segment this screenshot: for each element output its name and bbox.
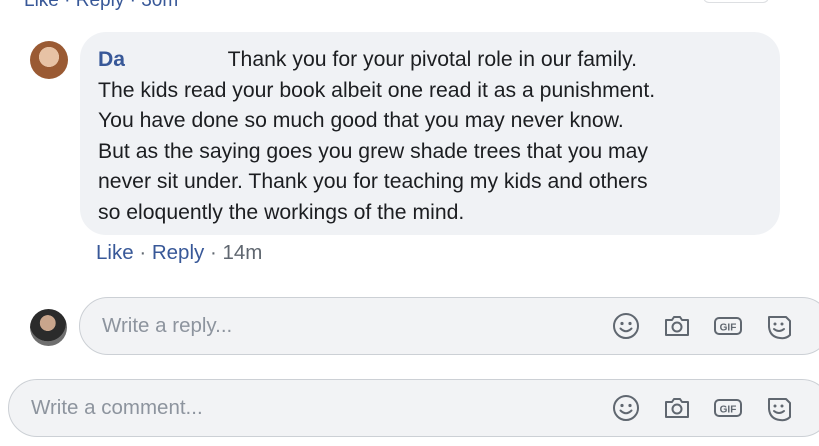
camera-icon[interactable] [662, 393, 692, 423]
previous-comment-edge [703, 0, 769, 3]
emoji-icon[interactable] [611, 311, 641, 341]
gif-icon[interactable]: GIF [713, 393, 743, 423]
current-user-avatar [30, 309, 67, 346]
gif-icon-label: GIF [720, 323, 737, 334]
camera-icon[interactable] [662, 311, 692, 341]
redacted-author-name [125, 50, 223, 69]
comment-actions: Like · Reply · 14m [96, 240, 262, 266]
reply-composer: GIF [79, 297, 819, 355]
separator: · [209, 241, 217, 264]
commenter-avatar[interactable] [30, 41, 68, 79]
previous-comment-actions[interactable]: Like · Reply · 30m [24, 0, 178, 12]
gif-icon-label: GIF [720, 405, 737, 416]
reply-input[interactable] [102, 298, 562, 354]
sticker-icon[interactable] [764, 393, 794, 423]
gif-icon[interactable]: GIF [713, 311, 743, 341]
comment-timestamp[interactable]: 14m [223, 241, 263, 264]
like-link[interactable]: Like [96, 241, 134, 264]
comment-author[interactable]: Da [98, 48, 125, 71]
separator: · [139, 241, 147, 264]
emoji-icon[interactable] [611, 393, 641, 423]
sticker-icon[interactable] [764, 311, 794, 341]
comment-input[interactable] [31, 380, 491, 436]
comment-text: Thank you for your pivotal role in our f… [98, 48, 656, 224]
reply-link[interactable]: Reply [152, 241, 204, 264]
comment-composer: GIF [8, 379, 819, 437]
comment-body: Da Thank you for your pivotal role in ou… [98, 45, 778, 228]
